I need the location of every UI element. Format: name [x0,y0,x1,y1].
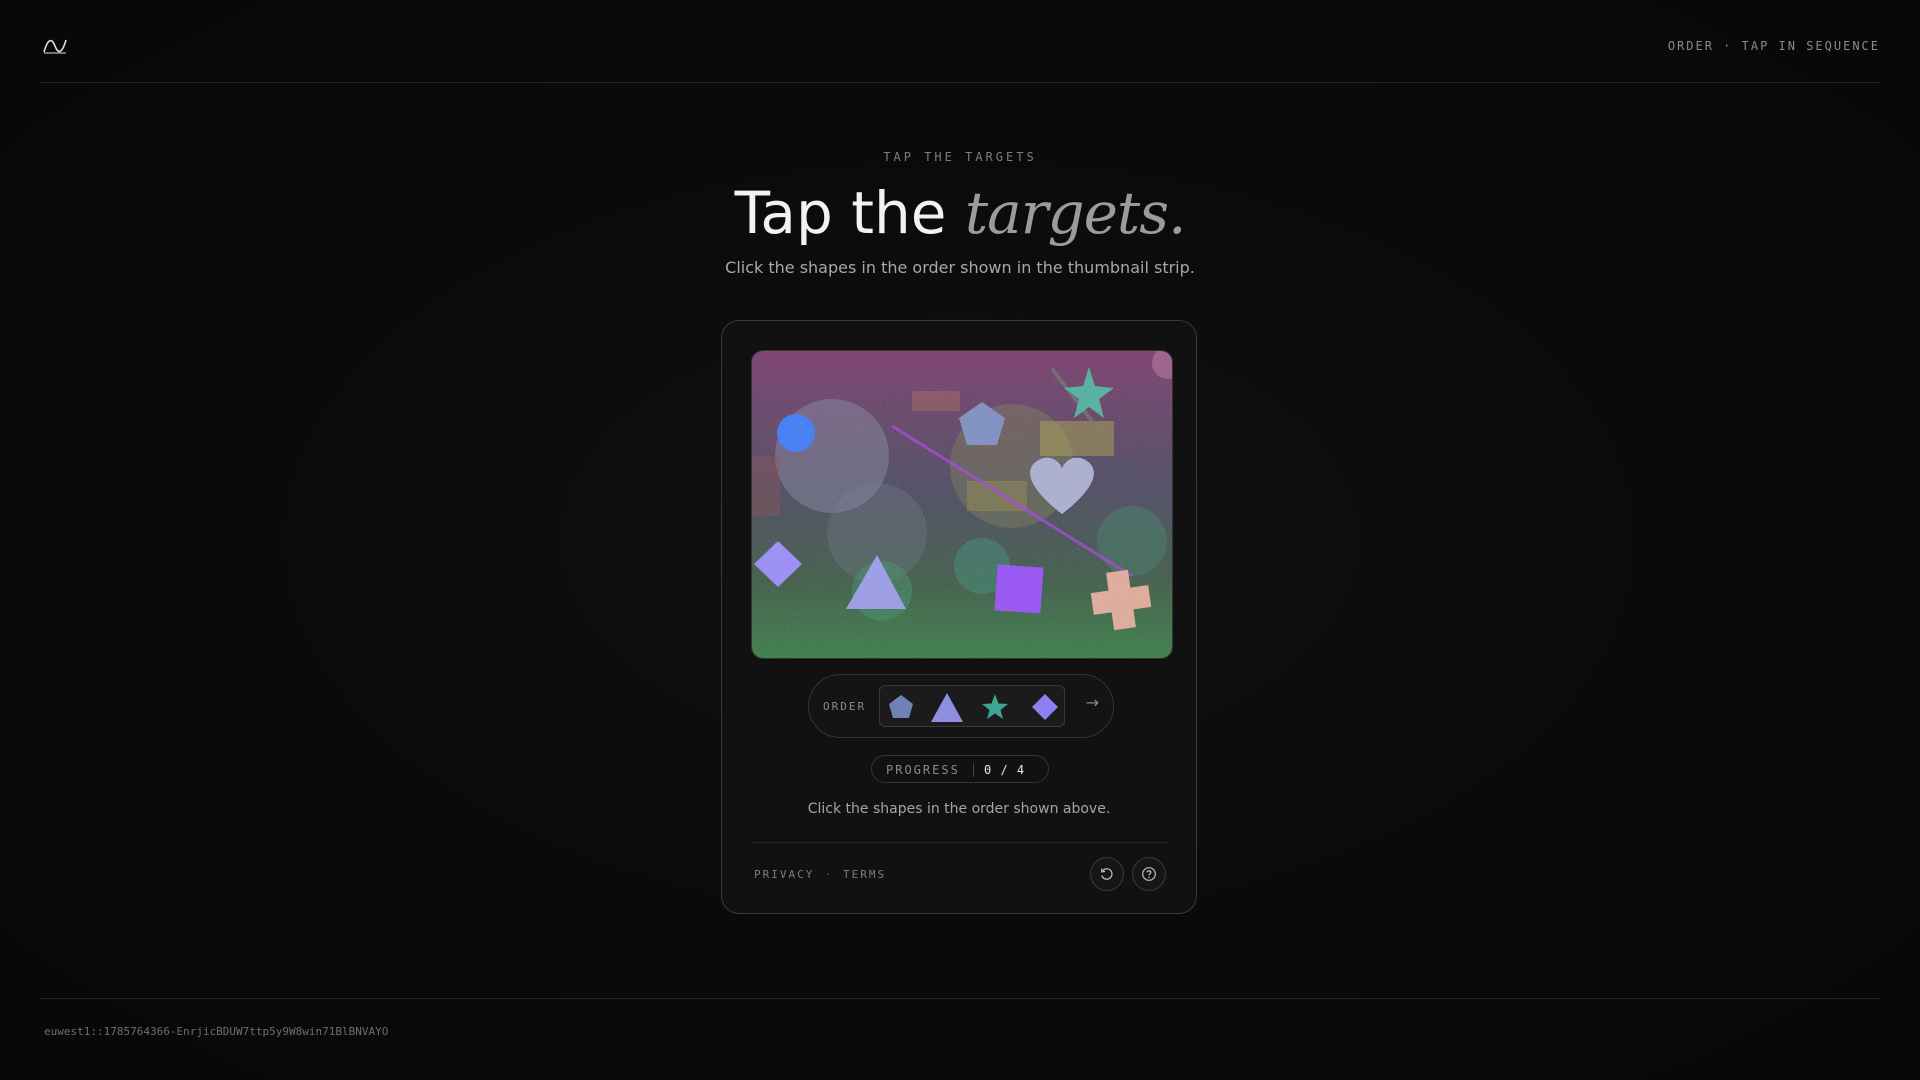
card-divider [751,842,1167,843]
help-icon [1142,867,1156,881]
hero: TAP THE TARGETS Tap the targets. Click t… [0,150,1920,277]
page-title: Tap the targets. [0,178,1920,248]
session-id: euwest1::1785764366-EnrjicBDUW7ttp5y9W8w… [44,1025,389,1038]
progress-badge: PROGRESS 0 / 4 [871,755,1049,783]
thumbnail-strip [879,685,1065,727]
terms-link[interactable]: TERMS [843,868,886,881]
progress-value: 0 / 4 [984,763,1026,777]
order-label: ORDER [823,700,867,713]
header: ORDER · TAP IN SEQUENCE [40,0,1880,83]
diamond-icon [1032,694,1058,720]
triangle-icon [931,693,963,722]
footer-divider [40,998,1880,999]
header-mode-label: ORDER · TAP IN SEQUENCE [1667,39,1880,53]
progress-label: PROGRESS [886,763,960,777]
progress-divider [973,763,974,777]
eyebrow: TAP THE TARGETS [883,150,1037,164]
title-main: Tap the [734,179,947,247]
captcha-card: ORDER → PROGRESS 0 / 4 Click the shapes … [721,320,1197,914]
refresh-icon [1100,868,1113,880]
wave-logo-icon[interactable] [42,36,68,56]
privacy-link[interactable]: PRIVACY [754,868,814,881]
order-strip: ORDER → [808,674,1114,738]
footer-links: PRIVACY · TERMS [754,868,886,881]
help-button[interactable] [1132,857,1166,891]
page-subtitle: Click the shapes in the order shown in t… [725,258,1195,277]
arrow-right-icon: → [1085,693,1099,712]
pentagon-icon [889,695,913,718]
refresh-button[interactable] [1090,857,1124,891]
star-icon [982,694,1008,719]
title-accent: targets. [964,179,1187,247]
challenge-canvas[interactable] [751,350,1173,659]
instruction-text: Click the shapes in the order shown abov… [807,801,1111,817]
link-separator: · [824,868,833,881]
